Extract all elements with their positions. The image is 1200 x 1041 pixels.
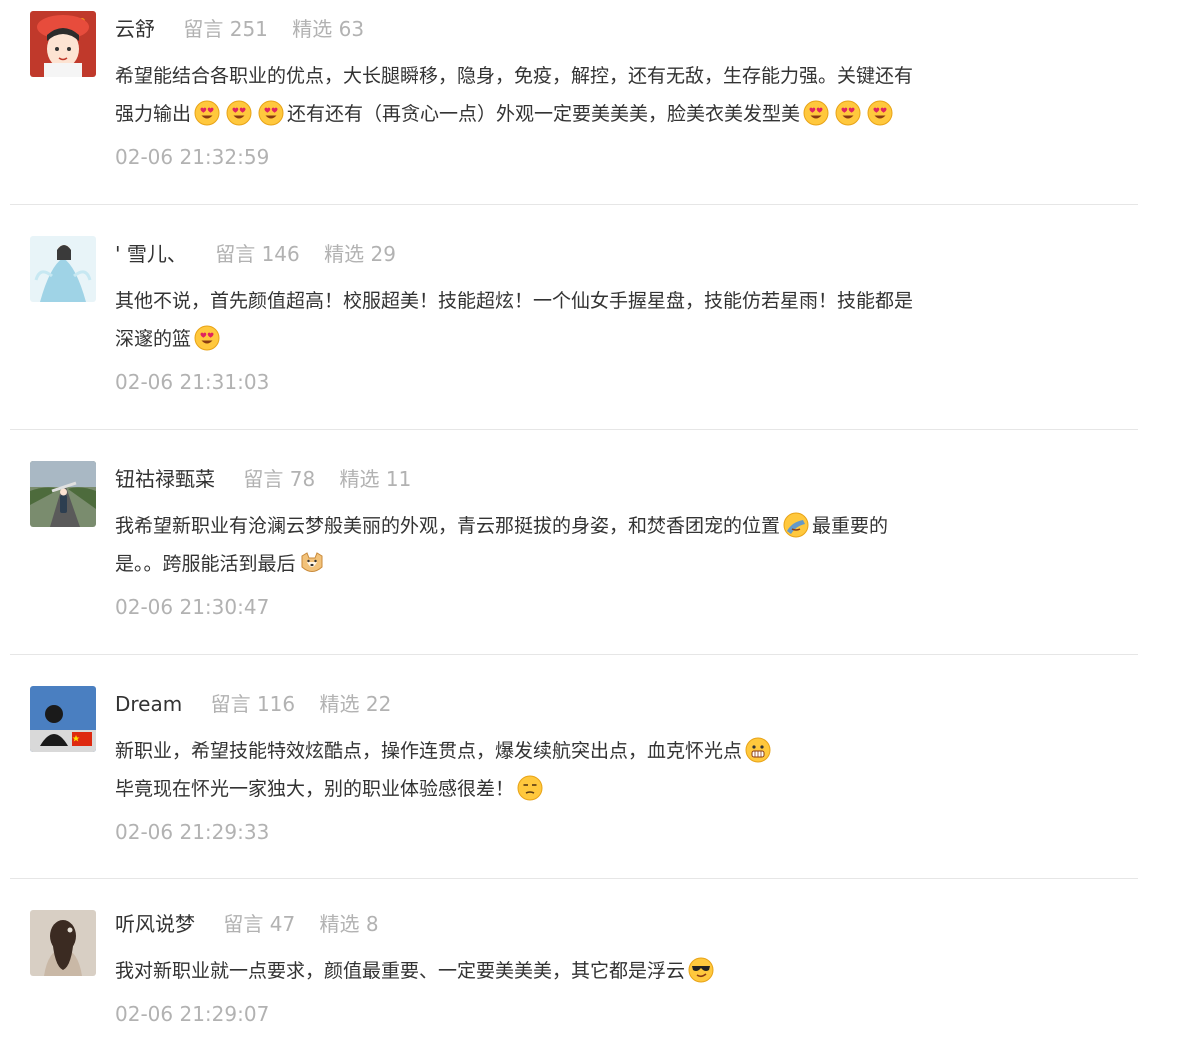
timestamp: 02-06 21:29:33 bbox=[115, 820, 270, 844]
comment-body: 钮祜禄甄菜 留言 78 精选 11 我希望新职业有沧澜云梦般美丽的外观，青云那挺… bbox=[115, 464, 1138, 622]
featured-count: 精选 11 bbox=[339, 467, 412, 491]
facepalm-emoji-icon bbox=[783, 512, 809, 538]
comment-text-line: 毕竟现在怀光一家独大，别的职业体验感很差！ bbox=[115, 770, 1095, 808]
nickname[interactable]: Dream bbox=[115, 692, 182, 716]
comment-meta: ' 雪儿、 留言 146 精选 29 bbox=[115, 239, 1138, 269]
comment-body: 听风说梦 留言 47 精选 8 我对新职业就一点要求，颜值最重要、一定要美美美，… bbox=[115, 909, 1138, 1029]
comment-text-segment: 新职业，希望技能特效炫酷点，操作连贯点，爆发续航突出点，血克怀光点 bbox=[115, 740, 743, 762]
comment-body: ' 雪儿、 留言 146 精选 29 其他不说，首先颜值超高！校服超美！技能超炫… bbox=[115, 239, 1138, 397]
heart-eyes-emoji-icon bbox=[803, 100, 829, 126]
sunglasses-emoji-icon bbox=[688, 957, 714, 983]
nickname[interactable]: 钮祜禄甄菜 bbox=[115, 467, 215, 491]
avatar[interactable] bbox=[30, 11, 96, 77]
doge-emoji-icon bbox=[299, 550, 325, 576]
comment-text-segment: 我对新职业就一点要求，颜值最重要、一定要美美美，其它都是浮云 bbox=[115, 960, 686, 982]
heart-eyes-emoji-icon bbox=[835, 100, 861, 126]
timestamp: 02-06 21:31:03 bbox=[115, 370, 270, 394]
avatar-blue-sky-flag-icon bbox=[30, 686, 96, 752]
comment-text: 我对新职业就一点要求，颜值最重要、一定要美美美，其它都是浮云 bbox=[115, 952, 1095, 990]
comment-text: 我希望新职业有沧澜云梦般美丽的外观，青云那挺拔的身姿，和焚香团宠的位置 最重要的 … bbox=[115, 507, 1095, 583]
avatar-girl-back-icon bbox=[30, 910, 96, 976]
comment-text-segment: 最重要的 bbox=[812, 515, 889, 537]
comment-item: ' 雪儿、 留言 146 精选 29 其他不说，首先颜值超高！校服超美！技能超炫… bbox=[10, 205, 1138, 430]
comment-meta: 云舒 留言 251 精选 63 bbox=[115, 14, 1138, 44]
comment-text-line: 是。。跨服能活到最后 bbox=[115, 545, 1095, 583]
timestamp: 02-06 21:29:07 bbox=[115, 1002, 270, 1026]
heart-eyes-emoji-icon bbox=[194, 100, 220, 126]
comment-meta: Dream 留言 116 精选 22 bbox=[115, 689, 1138, 719]
unamused-emoji-icon bbox=[517, 775, 543, 801]
timestamp: 02-06 21:32:59 bbox=[115, 145, 270, 169]
heart-eyes-emoji-icon bbox=[867, 100, 893, 126]
comment-text-line: 我希望新职业有沧澜云梦般美丽的外观，青云那挺拔的身姿，和焚香团宠的位置 最重要的 bbox=[115, 507, 1095, 545]
comment-text-line: 希望能结合各职业的优点，大长腿瞬移，隐身，免疫，解控，还有无敌，生存能力强。关键… bbox=[115, 65, 914, 87]
comment-item: 钮祜禄甄菜 留言 78 精选 11 我希望新职业有沧澜云梦般美丽的外观，青云那挺… bbox=[10, 430, 1138, 655]
featured-count: 精选 22 bbox=[319, 692, 392, 716]
comment-body: 云舒 留言 251 精选 63 希望能结合各职业的优点，大长腿瞬移，隐身，免疫，… bbox=[115, 14, 1138, 172]
comment-item: 云舒 留言 251 精选 63 希望能结合各职业的优点，大长腿瞬移，隐身，免疫，… bbox=[10, 0, 1138, 205]
grimace-emoji-icon bbox=[745, 737, 771, 763]
comment-text-line: 其他不说，首先颜值超高！校服超美！技能超炫！一个仙女手握星盘，技能仿若星雨！技能… bbox=[115, 290, 914, 312]
comment-text: 其他不说，首先颜值超高！校服超美！技能超炫！一个仙女手握星盘，技能仿若星雨！技能… bbox=[115, 282, 1095, 358]
heart-eyes-emoji-icon bbox=[194, 325, 220, 351]
comment-list: 云舒 留言 251 精选 63 希望能结合各职业的优点，大长腿瞬移，隐身，免疫，… bbox=[10, 0, 1138, 1041]
comment-text-segment: 强力输出 bbox=[115, 103, 192, 125]
featured-count: 精选 63 bbox=[292, 17, 365, 41]
nickname[interactable]: 听风说梦 bbox=[115, 912, 195, 936]
replies-count: 留言 78 bbox=[243, 467, 316, 491]
avatar[interactable] bbox=[30, 461, 96, 527]
comment-meta: 听风说梦 留言 47 精选 8 bbox=[115, 909, 1138, 939]
comment-body: Dream 留言 116 精选 22 新职业，希望技能特效炫酷点，操作连贯点，爆… bbox=[115, 689, 1138, 847]
replies-count: 留言 146 bbox=[215, 242, 300, 266]
comment-text-segment: 我希望新职业有沧澜云梦般美丽的外观，青云那挺拔的身姿，和焚香团宠的位置 bbox=[115, 515, 781, 537]
heart-eyes-emoji-icon bbox=[258, 100, 284, 126]
avatar-road-icon bbox=[30, 461, 96, 527]
comment-text-segment: 深邃的篮 bbox=[115, 328, 192, 350]
heart-eyes-emoji-icon bbox=[226, 100, 252, 126]
comment-text-segment: 还有还有（再贪心一点）外观一定要美美美，脸美衣美发型美 bbox=[287, 103, 801, 125]
comment-text: 希望能结合各职业的优点，大长腿瞬移，隐身，免疫，解控，还有无敌，生存能力强。关键… bbox=[115, 57, 1095, 133]
comment-meta: 钮祜禄甄菜 留言 78 精选 11 bbox=[115, 464, 1138, 494]
avatar-girl-red-hat-icon bbox=[30, 11, 96, 77]
timestamp: 02-06 21:30:47 bbox=[115, 595, 270, 619]
nickname[interactable]: ' 雪儿、 bbox=[115, 242, 187, 266]
avatar[interactable] bbox=[30, 910, 96, 976]
comment-text-segment: 是。。跨服能活到最后 bbox=[115, 553, 296, 575]
avatar[interactable] bbox=[30, 236, 96, 302]
replies-count: 留言 116 bbox=[210, 692, 296, 716]
comment-text: 新职业，希望技能特效炫酷点，操作连贯点，爆发续航突出点，血克怀光点 毕竟现在怀光… bbox=[115, 732, 1095, 808]
replies-count: 留言 251 bbox=[183, 17, 268, 41]
comment-item: Dream 留言 116 精选 22 新职业，希望技能特效炫酷点，操作连贯点，爆… bbox=[10, 655, 1138, 879]
comment-text-line: 新职业，希望技能特效炫酷点，操作连贯点，爆发续航突出点，血克怀光点 bbox=[115, 732, 1095, 770]
comment-item: 听风说梦 留言 47 精选 8 我对新职业就一点要求，颜值最重要、一定要美美美，… bbox=[10, 879, 1138, 1041]
avatar-fairy-icon bbox=[30, 236, 96, 302]
comment-text-segment: 毕竟现在怀光一家独大，别的职业体验感很差！ bbox=[115, 778, 515, 800]
comment-text-line: 我对新职业就一点要求，颜值最重要、一定要美美美，其它都是浮云 bbox=[115, 952, 1095, 990]
comment-text-line: 深邃的篮 bbox=[115, 320, 1095, 358]
nickname[interactable]: 云舒 bbox=[115, 17, 155, 41]
comment-text-line: 强力输出 还有还有（再贪心一点）外观一定要美美美，脸美衣美发型美 bbox=[115, 95, 1095, 133]
featured-count: 精选 29 bbox=[324, 242, 396, 266]
featured-count: 精选 8 bbox=[319, 912, 379, 936]
replies-count: 留言 47 bbox=[223, 912, 296, 936]
avatar[interactable] bbox=[30, 686, 96, 752]
